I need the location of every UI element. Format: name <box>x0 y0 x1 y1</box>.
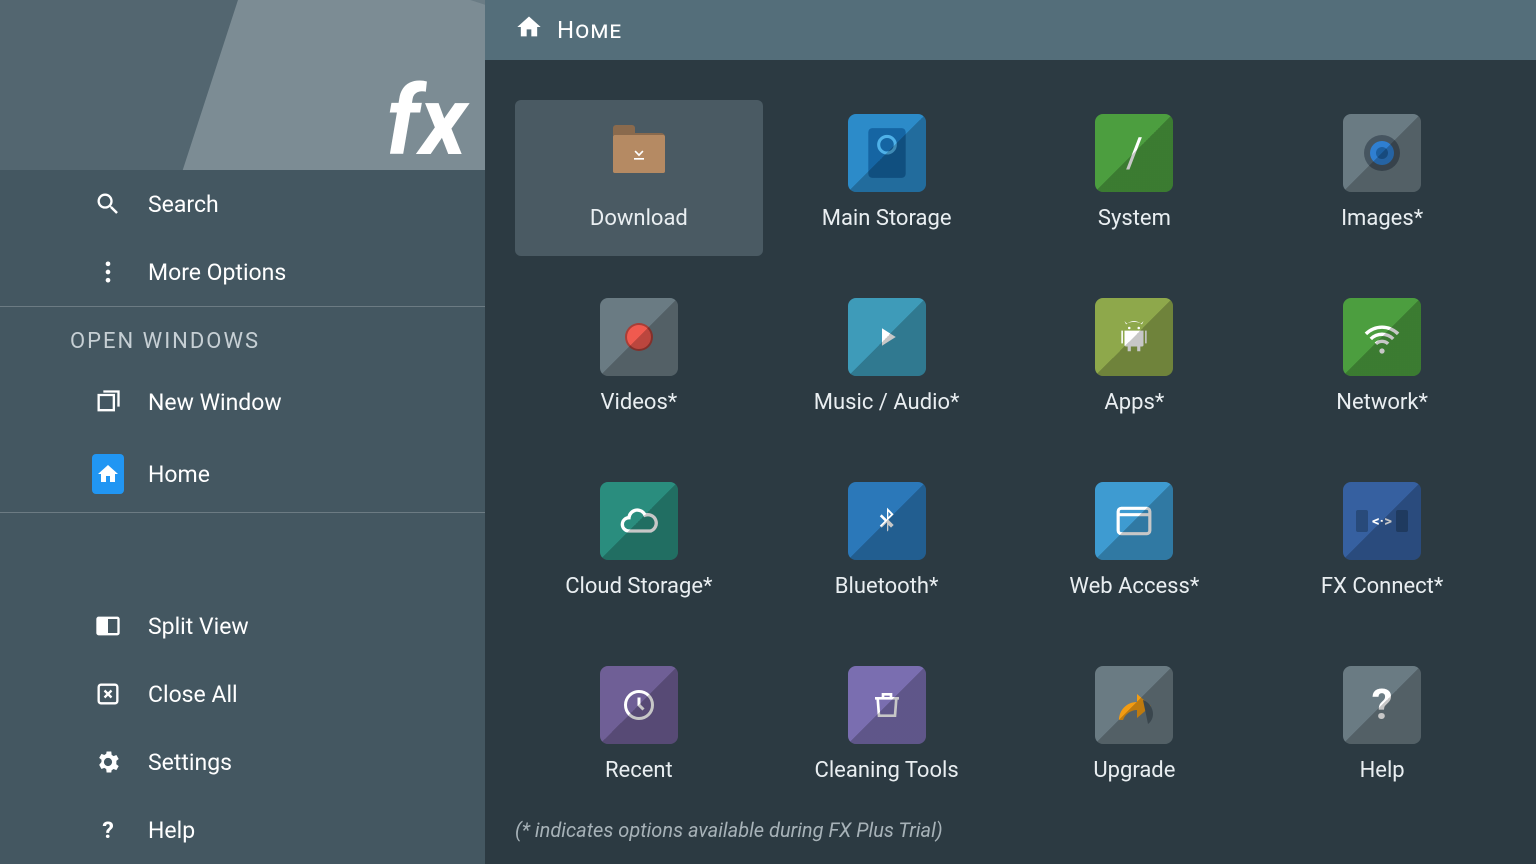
tile-label: FX Connect* <box>1321 574 1443 599</box>
sidebar-item-home[interactable]: Home <box>0 436 485 512</box>
tile-label: Web Access* <box>1069 574 1199 599</box>
tile-label: Download <box>590 206 688 231</box>
tile-label: Cloud Storage* <box>565 574 712 599</box>
tile-label: Network* <box>1336 390 1428 415</box>
main-panel: Home Download Main Storage / System <box>485 0 1536 864</box>
help-icon: ? <box>92 814 124 846</box>
split-view-icon <box>92 610 124 642</box>
tile-label: Videos* <box>600 390 677 415</box>
tile-label: Help <box>1360 758 1405 783</box>
home-icon <box>515 13 543 47</box>
tile-download[interactable]: Download <box>515 100 763 256</box>
help-button[interactable]: ? Help <box>0 796 485 864</box>
home-label: Home <box>148 461 210 488</box>
tile-upgrade[interactable]: Upgrade <box>1011 652 1259 808</box>
settings-button[interactable]: Settings <box>0 728 485 796</box>
sidebar-hero: fx <box>0 0 485 170</box>
tile-recent[interactable]: Recent <box>515 652 763 808</box>
home-icon <box>92 454 124 494</box>
tile-label: Images* <box>1341 206 1423 231</box>
new-window-icon <box>92 386 124 418</box>
close-all-label: Close All <box>148 681 238 708</box>
search-icon <box>92 188 124 220</box>
breadcrumb: Home <box>485 0 1536 60</box>
tile-cleaning-tools[interactable]: Cleaning Tools <box>763 652 1011 808</box>
tile-label: Recent <box>605 758 673 783</box>
svg-text:?: ? <box>102 816 114 844</box>
settings-label: Settings <box>148 749 232 776</box>
close-all-icon <box>92 678 124 710</box>
fx-logo: fx <box>386 74 467 170</box>
more-options-label: More Options <box>148 259 286 286</box>
search-label: Search <box>148 191 219 218</box>
tile-videos[interactable]: Videos* <box>515 284 763 440</box>
tile-bluetooth[interactable]: Bluetooth* <box>763 468 1011 624</box>
tile-cloud-storage[interactable]: Cloud Storage* <box>515 468 763 624</box>
search-button[interactable]: Search <box>0 170 485 238</box>
tile-system[interactable]: / System <box>1011 100 1259 256</box>
tile-label: Apps* <box>1104 390 1164 415</box>
tile-label: Main Storage <box>822 206 952 231</box>
tile-label: System <box>1098 206 1171 231</box>
sidebar: fx Search More Options OPEN WINDOWS New … <box>0 0 485 864</box>
tile-apps[interactable]: Apps* <box>1011 284 1259 440</box>
footer-note: (* indicates options available during FX… <box>485 808 1536 864</box>
close-all-button[interactable]: Close All <box>0 660 485 728</box>
new-window-label: New Window <box>148 389 282 416</box>
tile-label: Cleaning Tools <box>815 758 959 783</box>
tile-grid: Download Main Storage / System Images* V… <box>485 60 1536 808</box>
tile-web-access[interactable]: Web Access* <box>1011 468 1259 624</box>
more-options-button[interactable]: More Options <box>0 238 485 306</box>
new-window-button[interactable]: New Window <box>0 368 485 436</box>
more-vert-icon <box>92 256 124 288</box>
tile-images[interactable]: Images* <box>1258 100 1506 256</box>
tile-label: Music / Audio* <box>814 390 960 415</box>
open-windows-heading: OPEN WINDOWS <box>0 307 485 368</box>
split-view-label: Split View <box>148 613 249 640</box>
gear-icon <box>92 746 124 778</box>
split-view-button[interactable]: Split View <box>0 592 485 660</box>
tile-fx-connect[interactable]: <·> FX Connect* <box>1258 468 1506 624</box>
tile-help[interactable]: ? Help <box>1258 652 1506 808</box>
tile-network[interactable]: Network* <box>1258 284 1506 440</box>
tile-label: Bluetooth* <box>835 574 939 599</box>
tile-main-storage[interactable]: Main Storage <box>763 100 1011 256</box>
tile-music[interactable]: Music / Audio* <box>763 284 1011 440</box>
breadcrumb-title: Home <box>557 16 622 44</box>
tile-label: Upgrade <box>1093 758 1175 783</box>
help-label: Help <box>148 817 195 844</box>
